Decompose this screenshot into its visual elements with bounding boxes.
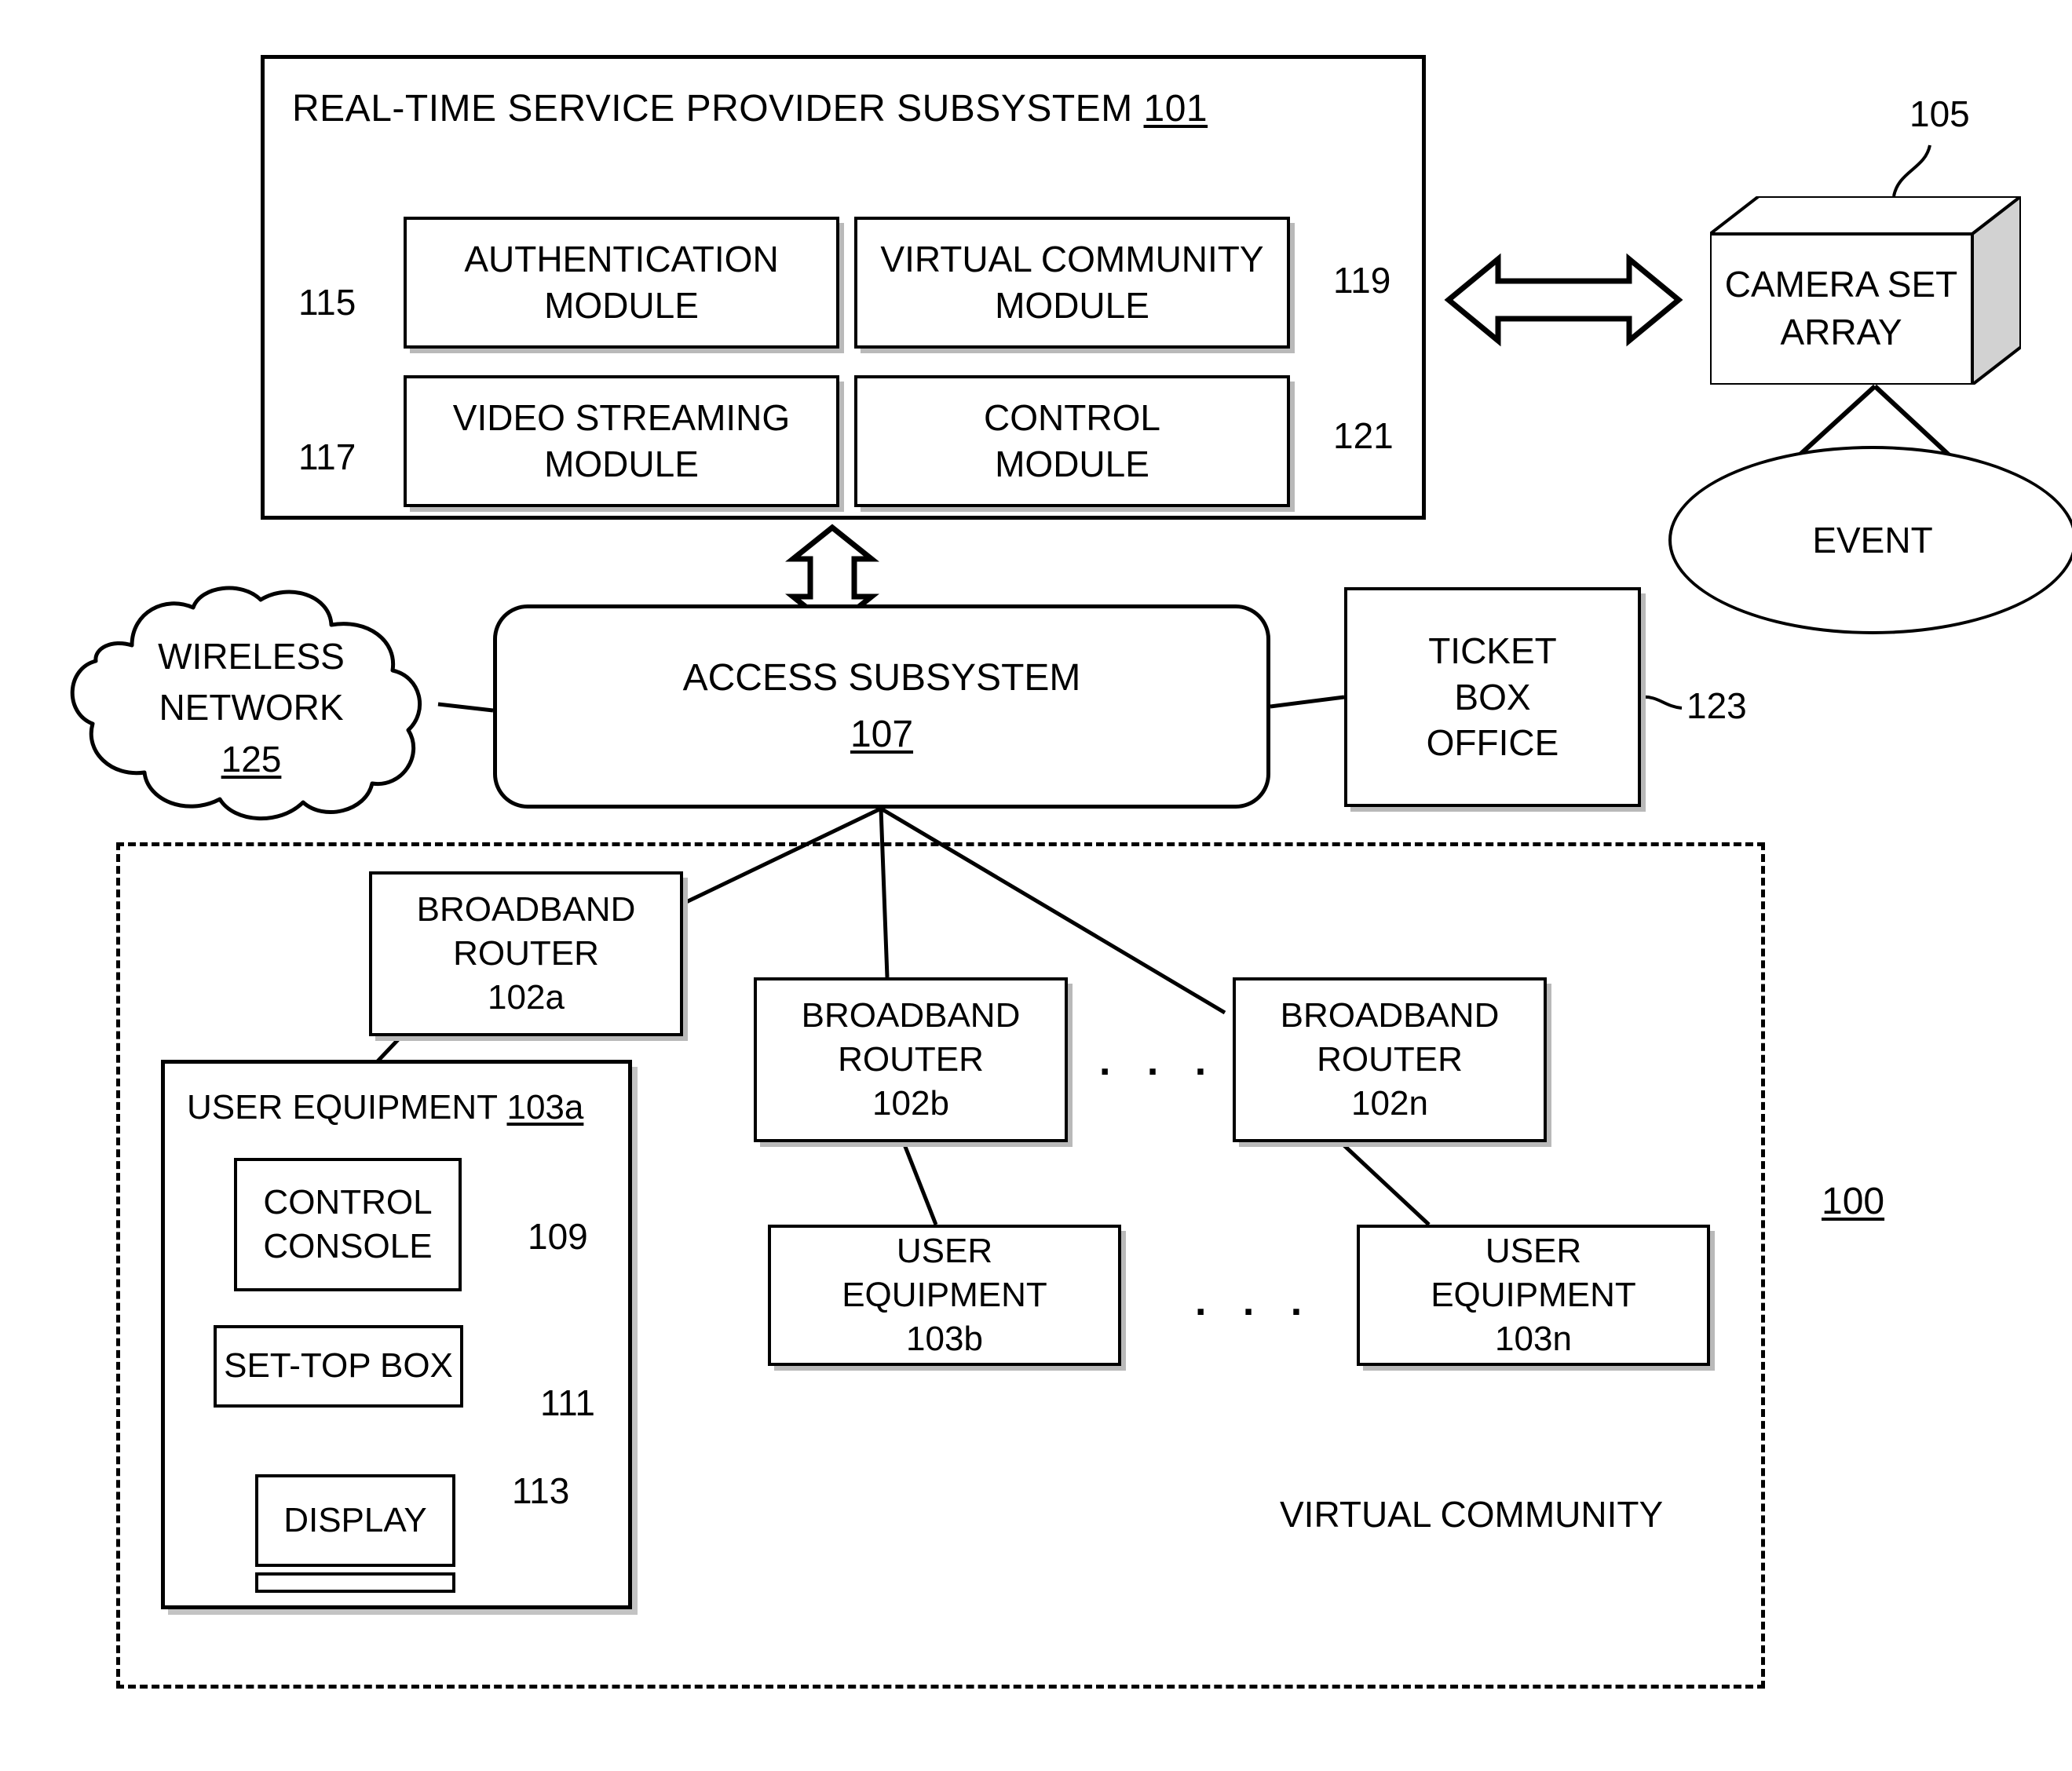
patent-figure-canvas: REAL-TIME SERVICE PROVIDER SUBSYSTEM 101… xyxy=(0,0,2072,1771)
camera-set-array-label: CAMERA SET ARRAY xyxy=(1710,261,1972,356)
virtual-community-module-line1: VIRTUAL COMMUNITY xyxy=(880,239,1264,280)
ref-115: 115 xyxy=(298,282,356,323)
subsystem-ref: 101 xyxy=(1143,88,1208,130)
control-console-line1: CONTROL xyxy=(263,1182,433,1221)
event-label: EVENT xyxy=(1812,520,1933,561)
authentication-module-line1: AUTHENTICATION xyxy=(464,239,779,280)
video-streaming-module-line1: VIDEO STREAMING xyxy=(452,397,791,439)
router-a-ref: 102a xyxy=(488,978,565,1017)
router-b-line1: BROADBAND xyxy=(801,995,1021,1035)
router-b-ref: 102b xyxy=(872,1084,949,1123)
control-console-line2: CONSOLE xyxy=(263,1227,433,1265)
broadband-router-102b[interactable]: BROADBAND ROUTER 102b xyxy=(754,977,1068,1142)
wireless-network-cloud[interactable]: WIRELESS NETWORK 125 xyxy=(47,581,455,824)
broadband-router-102n[interactable]: BROADBAND ROUTER 102n xyxy=(1233,977,1547,1142)
ue103n-ref: 103n xyxy=(1495,1320,1572,1359)
wireless-network-label: WIRELESS NETWORK 125 xyxy=(47,631,455,785)
ref-105: 105 xyxy=(1909,93,1970,134)
video-streaming-module-box[interactable]: VIDEO STREAMING MODULE xyxy=(404,375,839,507)
control-module-line1: CONTROL xyxy=(984,397,1160,439)
access-subsystem-ref: 107 xyxy=(850,714,914,755)
router-b-line2: ROUTER xyxy=(838,1039,984,1079)
control-module-box[interactable]: CONTROL MODULE xyxy=(854,375,1290,507)
authentication-module-line2: MODULE xyxy=(544,285,699,326)
ticket-line1: TICKET xyxy=(1428,630,1557,671)
virtual-community-module-line2: MODULE xyxy=(995,285,1149,326)
user-equipment-103n[interactable]: USER EQUIPMENT 103n xyxy=(1357,1225,1710,1366)
router-n-line1: BROADBAND xyxy=(1280,995,1500,1035)
ref-121: 121 xyxy=(1333,415,1394,456)
user-equipment-103a-title: USER EQUIPMENT 103a xyxy=(187,1085,583,1130)
figure-ref-100: 100 xyxy=(1822,1181,1885,1222)
authentication-module-box[interactable]: AUTHENTICATION MODULE xyxy=(404,217,839,349)
ref-119: 119 xyxy=(1333,260,1391,301)
subsystem-title-text: REAL-TIME SERVICE PROVIDER SUBSYSTEM xyxy=(292,88,1133,130)
broadband-router-102a[interactable]: BROADBAND ROUTER 102a xyxy=(369,871,683,1036)
user-equipment-103b[interactable]: USER EQUIPMENT 103b xyxy=(768,1225,1121,1366)
user-equipment-ellipsis: . . . xyxy=(1195,1279,1315,1324)
ref-113: 113 xyxy=(512,1470,570,1511)
subsystem-title: REAL-TIME SERVICE PROVIDER SUBSYSTEM 101 xyxy=(292,85,1208,133)
access-subsystem-title: ACCESS SUBSYSTEM xyxy=(682,657,1081,699)
virtual-community-region-label: VIRTUAL COMMUNITY xyxy=(1280,1494,1664,1535)
control-console-box[interactable]: CONTROL CONSOLE xyxy=(234,1158,462,1291)
control-module-line2: MODULE xyxy=(995,444,1149,484)
access-subsystem[interactable]: ACCESS SUBSYSTEM 107 xyxy=(493,604,1270,809)
wireless-line2: NETWORK xyxy=(159,687,344,728)
ticket-line3: OFFICE xyxy=(1426,722,1559,764)
router-a-line1: BROADBAND xyxy=(416,889,636,929)
set-top-box[interactable]: SET-TOP BOX xyxy=(214,1325,463,1408)
display-box[interactable]: DISPLAY xyxy=(255,1474,455,1567)
ref-111: 111 xyxy=(540,1382,595,1423)
router-n-line2: ROUTER xyxy=(1317,1039,1463,1079)
virtual-community-module-box[interactable]: VIRTUAL COMMUNITY MODULE xyxy=(854,217,1290,349)
event-ellipse[interactable]: EVENT xyxy=(1668,446,2072,634)
camera-label-line1: CAMERA SET xyxy=(1724,264,1958,305)
ue103a-title-text: USER EQUIPMENT xyxy=(187,1088,498,1127)
camera-set-array[interactable]: CAMERA SET ARRAY xyxy=(1705,192,2026,389)
set-top-box-label: SET-TOP BOX xyxy=(224,1346,453,1386)
router-ellipsis: . . . xyxy=(1099,1039,1219,1084)
ue103b-line2: EQUIPMENT xyxy=(842,1275,1047,1314)
router-a-line2: ROUTER xyxy=(453,933,599,973)
display-label: DISPLAY xyxy=(283,1500,427,1539)
ref-123: 123 xyxy=(1686,685,1747,726)
ticket-box-office[interactable]: TICKET BOX OFFICE xyxy=(1344,587,1641,807)
ref-109: 109 xyxy=(528,1216,588,1257)
wireless-ref: 125 xyxy=(221,738,282,780)
ue103n-line2: EQUIPMENT xyxy=(1431,1275,1636,1314)
ue103b-ref: 103b xyxy=(906,1320,983,1359)
ticket-line2: BOX xyxy=(1454,676,1531,718)
router-n-ref: 102n xyxy=(1351,1084,1428,1123)
camera-label-line2: ARRAY xyxy=(1780,311,1902,352)
ref-117: 117 xyxy=(298,436,356,477)
video-streaming-module-line2: MODULE xyxy=(544,444,699,484)
wireless-line1: WIRELESS xyxy=(158,636,345,677)
ue103a-ref: 103a xyxy=(506,1088,584,1127)
ue103n-line1: USER xyxy=(1485,1231,1582,1270)
ue103b-line1: USER xyxy=(896,1231,993,1270)
display-stand xyxy=(255,1572,455,1593)
